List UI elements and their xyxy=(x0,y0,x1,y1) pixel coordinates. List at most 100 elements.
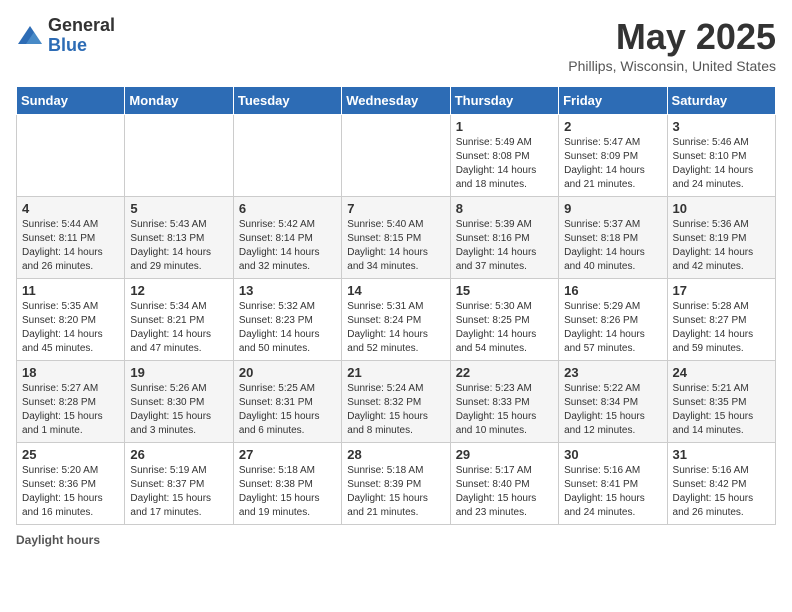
calendar-cell: 31 Sunrise: 5:16 AMSunset: 8:42 PMDayligh… xyxy=(667,443,775,525)
logo-icon xyxy=(16,22,44,50)
calendar-cell: 26 Sunrise: 5:19 AMSunset: 8:37 PMDayligh… xyxy=(125,443,233,525)
calendar-day-header: Wednesday xyxy=(342,87,450,115)
cell-info: Sunrise: 5:47 AMSunset: 8:09 PMDaylight:… xyxy=(564,136,661,192)
calendar-cell: 5 Sunrise: 5:43 AMSunset: 8:13 PMDaylight… xyxy=(125,197,233,279)
calendar-cell: 11Sunrise: 5:35 AMSunset: 8:20 PMDayligh… xyxy=(17,279,125,361)
day-number: 29 xyxy=(456,447,553,462)
cell-info: Sunrise: 5:16 AMSunset: 8:41 PMDaylight:… xyxy=(564,464,661,520)
title-block: May 2025 Phillips, Wisconsin, United Sta… xyxy=(568,16,776,74)
cell-info: Sunrise: 5:43 AMSunset: 8:13 PMDaylight:… xyxy=(130,218,227,274)
calendar-week-row: 11Sunrise: 5:35 AMSunset: 8:20 PMDayligh… xyxy=(17,279,776,361)
cell-info: Sunrise: 5:21 AMSunset: 8:35 PMDaylight:… xyxy=(673,382,770,438)
calendar-cell: 9Sunrise: 5:37 AMSunset: 8:18 PMDaylight… xyxy=(559,197,667,279)
calendar-header-row: SundayMondayTuesdayWednesdayThursdayFrid… xyxy=(17,87,776,115)
day-number: 11 xyxy=(22,283,119,298)
calendar-week-row: 4Sunrise: 5:44 AMSunset: 8:11 PMDaylight… xyxy=(17,197,776,279)
calendar-day-header: Sunday xyxy=(17,87,125,115)
calendar-day-header: Thursday xyxy=(450,87,558,115)
calendar-cell: 6 Sunrise: 5:42 AMSunset: 8:14 PMDaylight… xyxy=(233,197,341,279)
footer: Daylight hours xyxy=(16,533,776,547)
cell-info: Sunrise: 5:46 AMSunset: 8:10 PMDaylight:… xyxy=(673,136,770,192)
day-number: 17 xyxy=(673,283,770,298)
day-number: 10 xyxy=(673,201,770,216)
day-number: 22 xyxy=(456,365,553,380)
calendar-day-header: Tuesday xyxy=(233,87,341,115)
cell-info: Sunrise: 5:29 AMSunset: 8:26 PMDaylight:… xyxy=(564,300,661,356)
cell-info: Sunrise: 5:42 AMSunset: 8:14 PMDaylight:… xyxy=(239,218,336,274)
cell-info: Sunrise: 5:32 AMSunset: 8:23 PMDaylight:… xyxy=(239,300,336,356)
calendar-cell xyxy=(17,115,125,197)
page-header: General Blue May 2025 Phillips, Wisconsi… xyxy=(16,16,776,74)
calendar-table: SundayMondayTuesdayWednesdayThursdayFrid… xyxy=(16,86,776,525)
cell-info: Sunrise: 5:34 AMSunset: 8:21 PMDaylight:… xyxy=(130,300,227,356)
cell-info: Sunrise: 5:37 AMSunset: 8:18 PMDaylight:… xyxy=(564,218,661,274)
day-number: 25 xyxy=(22,447,119,462)
cell-info: Sunrise: 5:28 AMSunset: 8:27 PMDaylight:… xyxy=(673,300,770,356)
calendar-cell: 8Sunrise: 5:39 AMSunset: 8:16 PMDaylight… xyxy=(450,197,558,279)
day-number: 13 xyxy=(239,283,336,298)
calendar-cell: 2 Sunrise: 5:47 AMSunset: 8:09 PMDaylight… xyxy=(559,115,667,197)
day-number: 18 xyxy=(22,365,119,380)
calendar-cell: 14 Sunrise: 5:31 AMSunset: 8:24 PMDayligh… xyxy=(342,279,450,361)
calendar-cell: 29Sunrise: 5:17 AMSunset: 8:40 PMDayligh… xyxy=(450,443,558,525)
cell-info: Sunrise: 5:22 AMSunset: 8:34 PMDaylight:… xyxy=(564,382,661,438)
calendar-cell: 17 Sunrise: 5:28 AMSunset: 8:27 PMDayligh… xyxy=(667,279,775,361)
calendar-cell: 10 Sunrise: 5:36 AMSunset: 8:19 PMDayligh… xyxy=(667,197,775,279)
calendar-cell: 30 Sunrise: 5:16 AMSunset: 8:41 PMDayligh… xyxy=(559,443,667,525)
logo-blue-text: Blue xyxy=(48,36,115,56)
cell-info: Sunrise: 5:16 AMSunset: 8:42 PMDaylight:… xyxy=(673,464,770,520)
day-number: 12 xyxy=(130,283,227,298)
calendar-cell: 23Sunrise: 5:22 AMSunset: 8:34 PMDayligh… xyxy=(559,361,667,443)
day-number: 21 xyxy=(347,365,444,380)
cell-info: Sunrise: 5:39 AMSunset: 8:16 PMDaylight:… xyxy=(456,218,553,274)
calendar-cell: 12 Sunrise: 5:34 AMSunset: 8:21 PMDayligh… xyxy=(125,279,233,361)
calendar-cell: 1Sunrise: 5:49 AMSunset: 8:08 PMDaylight… xyxy=(450,115,558,197)
calendar-week-row: 1Sunrise: 5:49 AMSunset: 8:08 PMDaylight… xyxy=(17,115,776,197)
cell-info: Sunrise: 5:18 AMSunset: 8:39 PMDaylight:… xyxy=(347,464,444,520)
day-number: 14 xyxy=(347,283,444,298)
day-number: 27 xyxy=(239,447,336,462)
day-number: 31 xyxy=(673,447,770,462)
cell-info: Sunrise: 5:30 AMSunset: 8:25 PMDaylight:… xyxy=(456,300,553,356)
calendar-cell: 19 Sunrise: 5:26 AMSunset: 8:30 PMDayligh… xyxy=(125,361,233,443)
cell-info: Sunrise: 5:40 AMSunset: 8:15 PMDaylight:… xyxy=(347,218,444,274)
cell-info: Sunrise: 5:44 AMSunset: 8:11 PMDaylight:… xyxy=(22,218,119,274)
day-number: 15 xyxy=(456,283,553,298)
day-number: 5 xyxy=(130,201,227,216)
location-text: Phillips, Wisconsin, United States xyxy=(568,58,776,74)
day-number: 7 xyxy=(347,201,444,216)
day-number: 19 xyxy=(130,365,227,380)
cell-info: Sunrise: 5:27 AMSunset: 8:28 PMDaylight:… xyxy=(22,382,119,438)
calendar-cell: 22 Sunrise: 5:23 AMSunset: 8:33 PMDayligh… xyxy=(450,361,558,443)
calendar-cell: 28 Sunrise: 5:18 AMSunset: 8:39 PMDayligh… xyxy=(342,443,450,525)
logo-text: General Blue xyxy=(48,16,115,56)
day-number: 20 xyxy=(239,365,336,380)
calendar-cell: 24Sunrise: 5:21 AMSunset: 8:35 PMDayligh… xyxy=(667,361,775,443)
cell-info: Sunrise: 5:36 AMSunset: 8:19 PMDaylight:… xyxy=(673,218,770,274)
cell-info: Sunrise: 5:49 AMSunset: 8:08 PMDaylight:… xyxy=(456,136,553,192)
cell-info: Sunrise: 5:19 AMSunset: 8:37 PMDaylight:… xyxy=(130,464,227,520)
day-number: 28 xyxy=(347,447,444,462)
calendar-cell: 7 Sunrise: 5:40 AMSunset: 8:15 PMDaylight… xyxy=(342,197,450,279)
calendar-cell: 27 Sunrise: 5:18 AMSunset: 8:38 PMDayligh… xyxy=(233,443,341,525)
cell-info: Sunrise: 5:23 AMSunset: 8:33 PMDaylight:… xyxy=(456,382,553,438)
day-number: 26 xyxy=(130,447,227,462)
calendar-cell: 13 Sunrise: 5:32 AMSunset: 8:23 PMDayligh… xyxy=(233,279,341,361)
calendar-cell xyxy=(125,115,233,197)
day-number: 3 xyxy=(673,119,770,134)
cell-info: Sunrise: 5:18 AMSunset: 8:38 PMDaylight:… xyxy=(239,464,336,520)
day-number: 30 xyxy=(564,447,661,462)
month-title: May 2025 xyxy=(568,16,776,58)
calendar-cell: 18 Sunrise: 5:27 AMSunset: 8:28 PMDayligh… xyxy=(17,361,125,443)
calendar-cell: 4Sunrise: 5:44 AMSunset: 8:11 PMDaylight… xyxy=(17,197,125,279)
day-number: 6 xyxy=(239,201,336,216)
calendar-week-row: 18 Sunrise: 5:27 AMSunset: 8:28 PMDayligh… xyxy=(17,361,776,443)
calendar-cell: 21Sunrise: 5:24 AMSunset: 8:32 PMDayligh… xyxy=(342,361,450,443)
calendar-cell: 16Sunrise: 5:29 AMSunset: 8:26 PMDayligh… xyxy=(559,279,667,361)
day-number: 2 xyxy=(564,119,661,134)
cell-info: Sunrise: 5:20 AMSunset: 8:36 PMDaylight:… xyxy=(22,464,119,520)
cell-info: Sunrise: 5:26 AMSunset: 8:30 PMDaylight:… xyxy=(130,382,227,438)
cell-info: Sunrise: 5:31 AMSunset: 8:24 PMDaylight:… xyxy=(347,300,444,356)
cell-info: Sunrise: 5:25 AMSunset: 8:31 PMDaylight:… xyxy=(239,382,336,438)
calendar-cell: 25 Sunrise: 5:20 AMSunset: 8:36 PMDayligh… xyxy=(17,443,125,525)
